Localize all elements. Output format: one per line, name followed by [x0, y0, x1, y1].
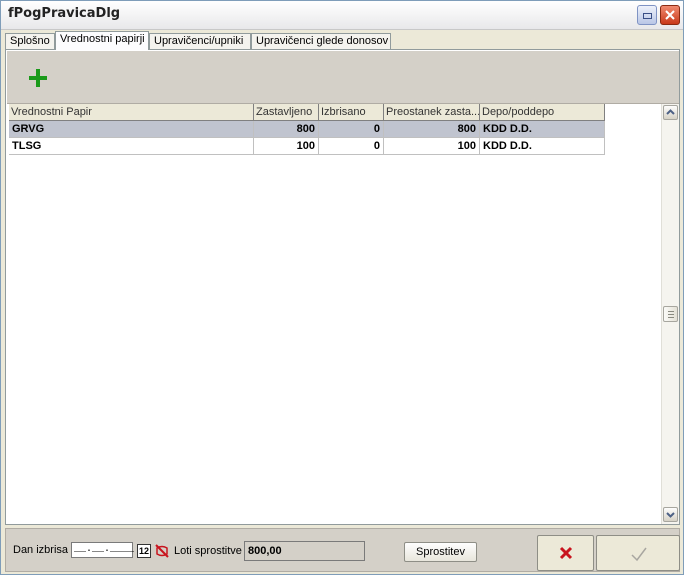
minimize-button[interactable] [637, 5, 657, 25]
col-header-zastavljeno[interactable]: Zastavljeno [254, 104, 319, 121]
cell-zastavljeno: 800 [254, 121, 319, 138]
ok-button[interactable] [596, 535, 680, 571]
col-header-papir[interactable]: Vrednostni Papir [9, 104, 254, 121]
dan-izbrisa-label: Dan izbrisa [13, 544, 69, 556]
col-header-izbrisano[interactable]: Izbrisano [319, 104, 384, 121]
scroll-up-button[interactable] [663, 105, 678, 120]
cell-papir: TLSG [9, 138, 254, 155]
scroll-down-button[interactable] [663, 507, 678, 522]
calendar-icon[interactable]: 12 [137, 544, 151, 558]
plus-icon[interactable] [28, 68, 48, 88]
cell-depo: KDD D.D. [480, 121, 605, 138]
cancel-button[interactable] [537, 535, 594, 571]
cell-izbrisano: 0 [319, 138, 384, 155]
window-title: fPogPravicaDlg [8, 6, 121, 21]
col-header-depo[interactable]: Depo/poddepo [480, 104, 605, 121]
loti-sprostitve-label: Loti sprostitve [174, 545, 242, 557]
cell-preostanek: 800 [384, 121, 480, 138]
tab-splosno[interactable]: Splošno [5, 33, 55, 49]
cell-izbrisano: 0 [319, 121, 384, 138]
cell-zastavljeno: 100 [254, 138, 319, 155]
dialog-window: fPogPravicaDlg Splošno Vrednostni papirj… [0, 0, 684, 575]
close-button[interactable] [660, 5, 680, 25]
tab-vrednostni-papirji[interactable]: Vrednostni papirji [55, 31, 149, 50]
cell-depo: KDD D.D. [480, 138, 605, 155]
close-icon [559, 546, 573, 560]
chevron-up-icon [666, 109, 675, 115]
date-input[interactable]: __.__.____ [71, 542, 134, 558]
loti-sprostitve-value: 800,00 [244, 541, 365, 561]
col-header-preostanek[interactable]: Preostanek zasta... [384, 104, 480, 121]
securities-table: Vrednostni Papir Zastavljeno Izbrisano P… [9, 104, 660, 524]
vertical-scrollbar[interactable] [661, 104, 679, 524]
toolbar [7, 51, 679, 104]
tab-upravicenci-upniki[interactable]: Upravičenci/upniki [149, 33, 251, 49]
tab-panel: Vrednostni Papir Zastavljeno Izbrisano P… [5, 49, 680, 525]
cell-preostanek: 100 [384, 138, 480, 155]
sprostitev-button[interactable]: Sprostitev [404, 542, 477, 562]
no-entry-icon[interactable] [154, 543, 170, 559]
title-bar[interactable]: fPogPravicaDlg [1, 1, 683, 30]
scroll-thumb[interactable] [663, 306, 678, 322]
close-icon [665, 10, 675, 20]
cell-papir: GRVG [9, 121, 254, 138]
tab-upravicenci-donosov[interactable]: Upravičenci glede donosov [251, 33, 391, 49]
chevron-down-icon [666, 512, 675, 518]
footer-bar: Dan izbrisa __.__.____ 12 Loti sprostitv… [5, 528, 680, 572]
minimize-icon [643, 13, 652, 19]
checkmark-icon [631, 547, 647, 562]
